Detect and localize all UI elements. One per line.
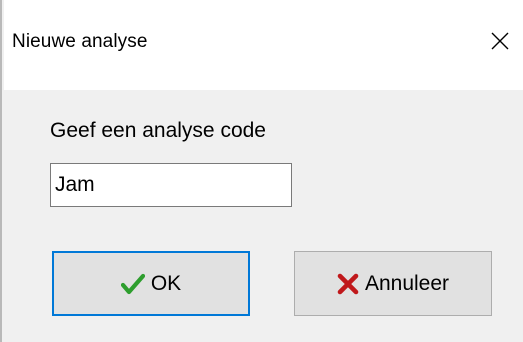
ok-button[interactable]: OK	[52, 251, 250, 316]
analysis-code-input[interactable]	[50, 163, 292, 207]
cancel-button-label: Annuleer	[364, 271, 450, 295]
dialog-window: Nieuwe analyse Geef een analyse code OK …	[0, 0, 523, 342]
prompt-label: Geef een analyse code	[50, 119, 266, 142]
red-x-icon	[337, 273, 359, 295]
cancel-button[interactable]: Annuleer	[294, 251, 492, 316]
ok-button-label: OK	[150, 271, 182, 295]
close-button[interactable]	[475, 15, 523, 71]
window-title: Nieuwe analyse	[12, 31, 148, 52]
close-icon	[490, 31, 510, 56]
title-bar: Nieuwe analyse	[4, 0, 523, 90]
checkmark-icon	[120, 273, 145, 295]
